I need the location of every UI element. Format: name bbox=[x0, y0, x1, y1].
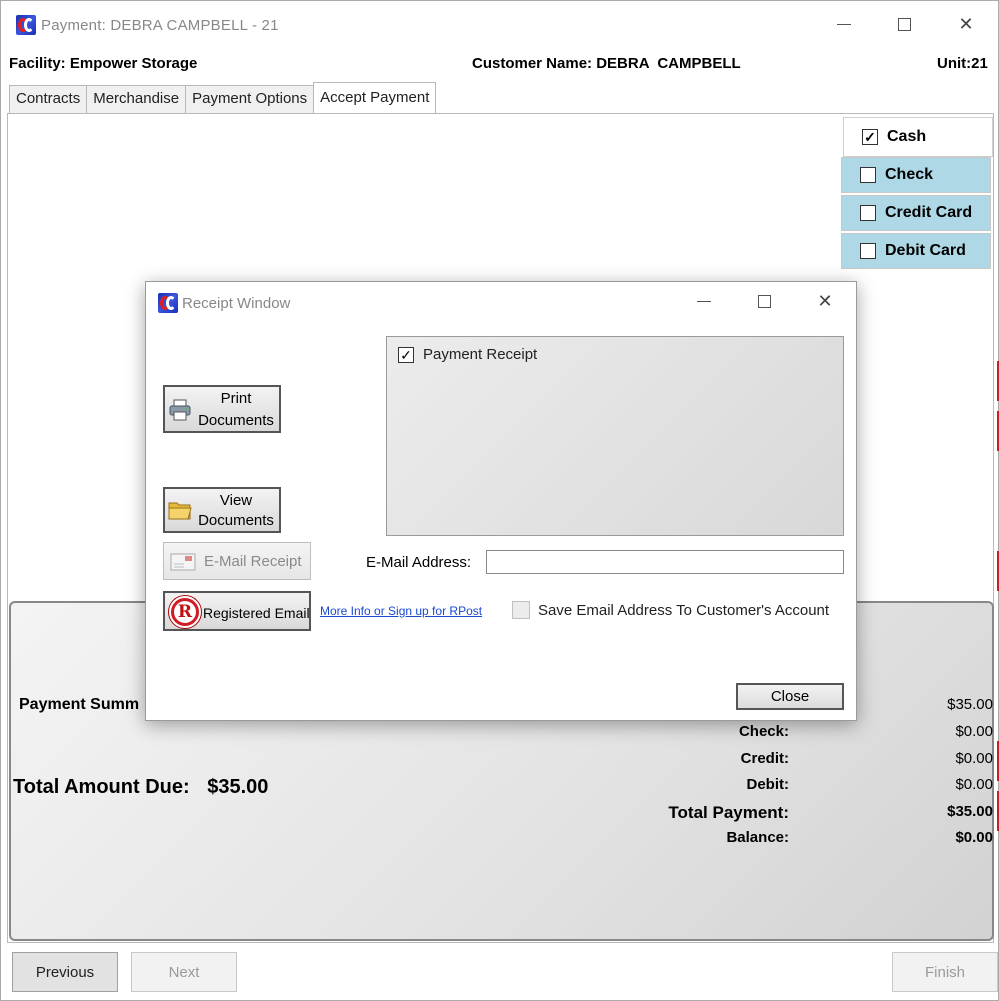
app-logo-icon bbox=[16, 15, 36, 35]
check-amount-value: $0.00 bbox=[955, 723, 993, 740]
next-button[interactable]: Next bbox=[131, 952, 237, 992]
payment-receipt-checkbox[interactable]: ✓ bbox=[398, 346, 414, 363]
total-payment-label: Total Payment: bbox=[668, 803, 789, 822]
maximize-button[interactable] bbox=[889, 11, 919, 37]
registered-email-label: Registered Email bbox=[203, 605, 310, 621]
folder-icon bbox=[168, 502, 192, 520]
balance-value: $0.00 bbox=[955, 829, 993, 846]
payment-option-debit-card[interactable]: Debit Card bbox=[841, 233, 991, 269]
print-line1: Print bbox=[220, 390, 252, 407]
app-logo-icon bbox=[158, 293, 178, 313]
payment-option-credit-card[interactable]: Credit Card bbox=[841, 195, 991, 231]
total-due-value: $35.00 bbox=[207, 776, 269, 798]
total-amount-due: Total Amount Due: $35.00 bbox=[13, 776, 268, 799]
save-email-option[interactable]: Save Email Address To Customer's Account bbox=[512, 601, 829, 619]
save-email-label: Save Email Address To Customer's Account bbox=[538, 601, 830, 619]
cash-amount-value: $35.00 bbox=[947, 696, 993, 713]
total-payment-value: $35.00 bbox=[947, 803, 993, 820]
registered-email-button[interactable]: R Registered Email bbox=[163, 591, 311, 631]
unit-label: Unit: bbox=[937, 55, 972, 72]
close-receipt-button[interactable]: Close bbox=[736, 683, 844, 710]
window-title: Payment: DEBRA CAMPBELL - 21 bbox=[41, 17, 279, 34]
rpost-info-link[interactable]: More Info or Sign up for RPost bbox=[320, 604, 482, 618]
balance-label: Balance: bbox=[726, 829, 789, 846]
credit-card-label: Credit Card bbox=[885, 204, 973, 221]
close-icon: ✕ bbox=[817, 290, 833, 311]
cash-label: Cash bbox=[887, 128, 927, 145]
summary-heading: Payment Summ bbox=[19, 696, 140, 713]
finish-button[interactable]: Finish bbox=[892, 952, 998, 992]
envelope-icon bbox=[170, 553, 196, 571]
email-address-label: E-Mail Address: bbox=[366, 554, 472, 571]
minimize-icon bbox=[837, 23, 851, 25]
maximize-icon bbox=[897, 17, 911, 31]
view-line2: Documents bbox=[198, 512, 274, 529]
facility-info: Facility: Empower Storage bbox=[9, 55, 197, 72]
check-checkbox[interactable] bbox=[860, 167, 876, 183]
rpost-logo-icon: R bbox=[169, 596, 201, 628]
minimize-button[interactable] bbox=[829, 11, 859, 37]
payment-option-check[interactable]: Check bbox=[841, 157, 991, 193]
customer-value: DEBRA CAMPBELL bbox=[596, 55, 741, 72]
save-email-checkbox[interactable] bbox=[512, 601, 530, 619]
receipt-window: Receipt Window ✕ Print Documents View Do… bbox=[145, 281, 857, 721]
email-address-input[interactable] bbox=[486, 550, 844, 574]
payment-option-cash[interactable]: ✓ Cash bbox=[843, 117, 993, 157]
receipt-window-title: Receipt Window bbox=[182, 295, 291, 312]
unit-value: 21 bbox=[971, 55, 988, 72]
tab-contracts[interactable]: Contracts bbox=[9, 85, 88, 113]
debit-amount-label: Debit: bbox=[746, 776, 790, 793]
email-receipt-label: E-Mail Receipt bbox=[204, 553, 302, 570]
debit-card-checkbox[interactable] bbox=[860, 243, 876, 259]
close-button[interactable]: ✕ bbox=[951, 11, 981, 37]
print-line2: Documents bbox=[198, 412, 274, 429]
minimize-icon bbox=[697, 300, 711, 302]
tab-merchandise[interactable]: Merchandise bbox=[86, 85, 187, 113]
credit-card-checkbox[interactable] bbox=[860, 205, 876, 221]
total-due-label: Total Amount Due: bbox=[13, 776, 190, 798]
print-documents-button[interactable]: Print Documents bbox=[163, 385, 281, 433]
email-receipt-button[interactable]: E-Mail Receipt bbox=[163, 542, 311, 580]
payment-receipt-label: Payment Receipt bbox=[423, 346, 538, 363]
credit-amount-label: Credit: bbox=[740, 750, 789, 767]
facility-value: Empower Storage bbox=[69, 55, 198, 72]
credit-amount-value: $0.00 bbox=[955, 750, 993, 767]
receipt-minimize-button[interactable] bbox=[689, 288, 719, 314]
printer-icon bbox=[169, 399, 191, 421]
close-icon: ✕ bbox=[958, 13, 974, 34]
document-item[interactable]: ✓ Payment Receipt bbox=[398, 346, 537, 363]
tab-accept-payment[interactable]: Accept Payment bbox=[313, 82, 437, 113]
title-bar: Payment: DEBRA CAMPBELL - 21 ✕ bbox=[1, 1, 998, 49]
view-documents-button[interactable]: View Documents bbox=[163, 487, 281, 533]
customer-info: Customer Name: DEBRA CAMPBELL bbox=[472, 55, 741, 72]
check-amount-label: Check: bbox=[738, 723, 789, 740]
customer-label: Customer Name: bbox=[472, 55, 593, 72]
tab-bar: Contracts Merchandise Payment Options Ac… bbox=[9, 82, 437, 113]
document-list: ✓ Payment Receipt bbox=[386, 336, 844, 536]
facility-label: Facility: bbox=[9, 55, 66, 72]
maximize-icon bbox=[757, 294, 771, 308]
cash-checkbox[interactable]: ✓ bbox=[862, 129, 878, 145]
debit-card-label: Debit Card bbox=[885, 242, 966, 259]
receipt-maximize-button[interactable] bbox=[749, 288, 779, 314]
check-label: Check bbox=[885, 166, 934, 183]
tab-payment-options[interactable]: Payment Options bbox=[185, 85, 315, 113]
unit-info: Unit:21 bbox=[937, 55, 988, 72]
previous-button[interactable]: Previous bbox=[12, 952, 118, 992]
debit-amount-value: $0.00 bbox=[955, 776, 993, 793]
view-line1: View bbox=[219, 492, 253, 509]
receipt-close-x-button[interactable]: ✕ bbox=[810, 288, 840, 314]
